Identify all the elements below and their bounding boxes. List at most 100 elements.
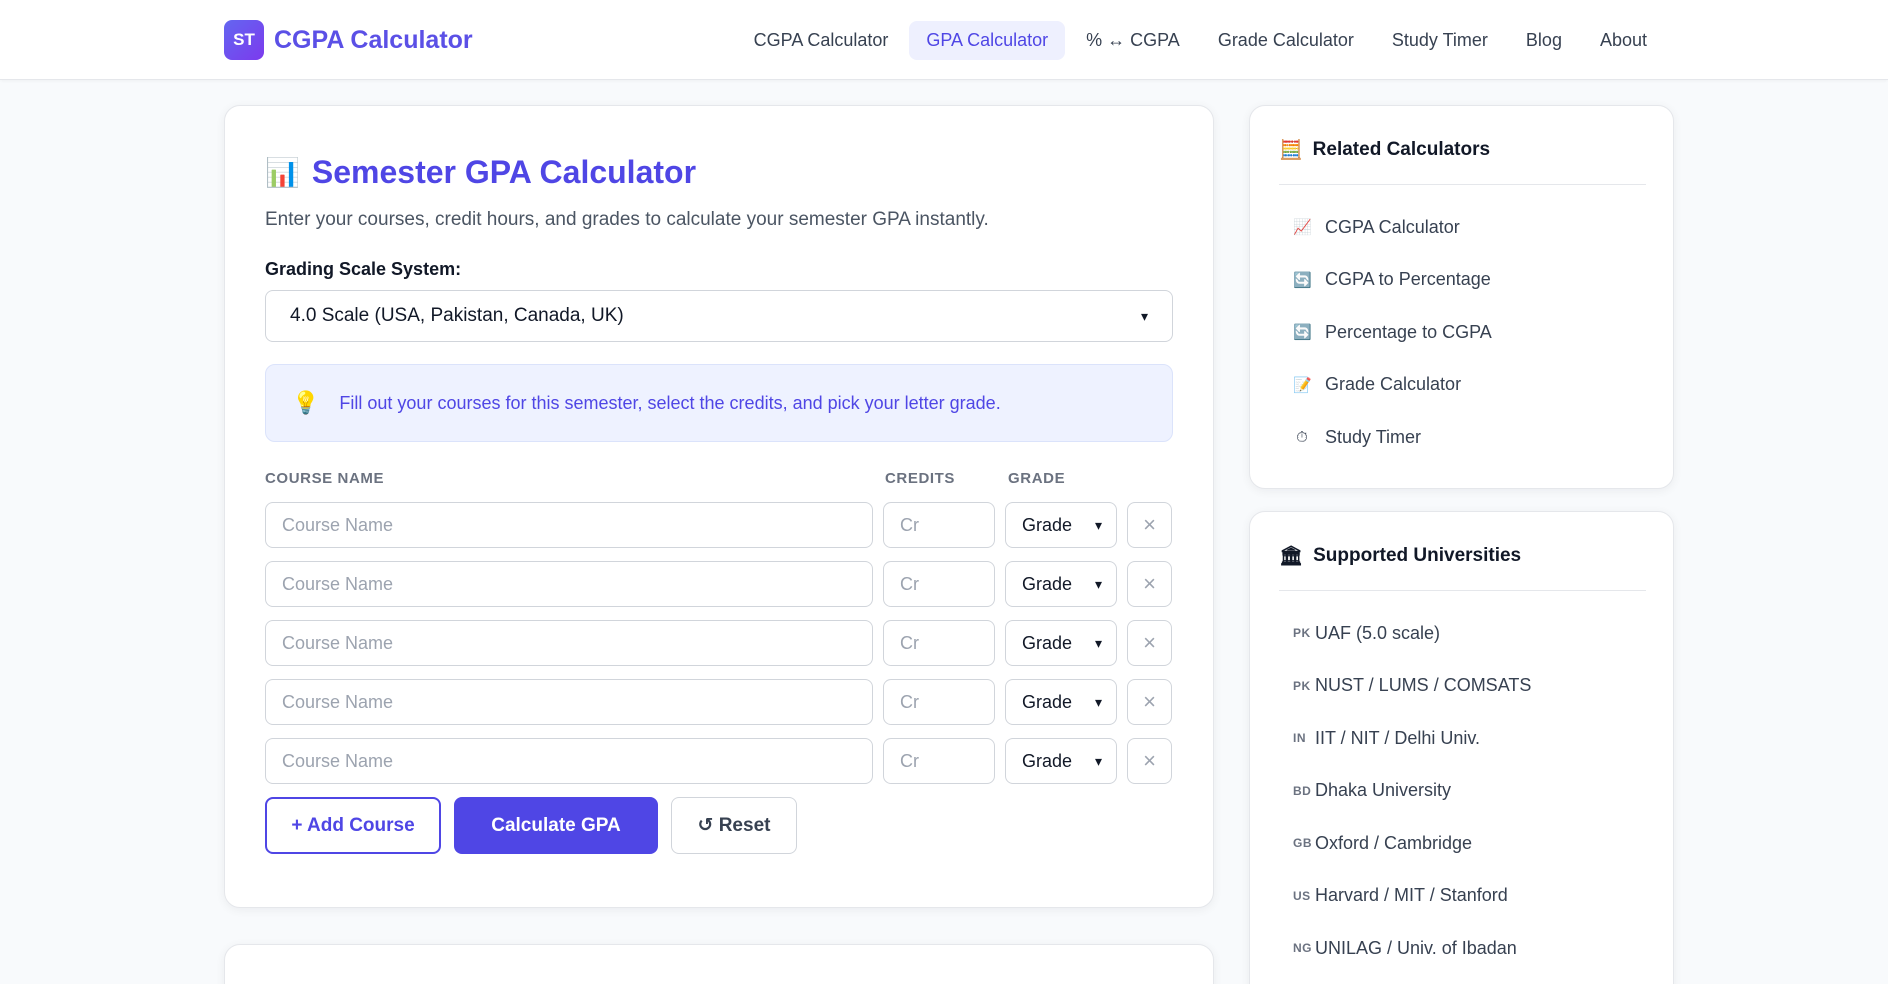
chart-increasing-icon: 📈 <box>1293 219 1312 237</box>
form-actions: + Add Course Calculate GPA ↺ Reset <box>265 797 1173 854</box>
nav-blog[interactable]: Blog <box>1509 21 1579 60</box>
lightbulb-icon: 💡 <box>292 390 320 415</box>
chevron-down-icon: ▾ <box>1140 307 1148 324</box>
logo-text: CGPA Calculator <box>274 25 473 54</box>
related-item-label: Study Timer <box>1325 426 1422 447</box>
related-item-study-timer[interactable]: ⏱ Study Timer <box>1279 411 1646 464</box>
grading-scale-label: Grading Scale System: <box>265 259 462 279</box>
chevron-down-icon: ▾ <box>1094 634 1102 651</box>
grade-select[interactable]: Grade ▾ <box>1005 738 1117 784</box>
close-icon: × <box>1143 689 1156 714</box>
supported-universities-card: 🏛 Supported Universities PK UAF (5.0 sca… <box>1249 511 1674 984</box>
university-item[interactable]: NG UNILAG / Univ. of Ibadan <box>1279 922 1646 975</box>
abacus-icon: 🧮 <box>1279 140 1303 161</box>
university-item[interactable]: PK NUST / LUMS / COMSATS <box>1279 660 1646 713</box>
grade-select-value: Grade <box>1022 750 1073 771</box>
column-header-course-name: COURSE NAME <box>265 470 385 487</box>
credits-input[interactable]: Cr <box>883 620 995 666</box>
info-tip: 💡 Fill out your courses for this semeste… <box>265 364 1173 442</box>
related-item-percentage-to-cgpa[interactable]: 🔄 Percentage to CGPA <box>1279 306 1646 359</box>
university-label: UNILAG / Univ. of Ibadan <box>1315 937 1517 958</box>
credits-input[interactable]: Cr <box>883 738 995 784</box>
remove-course-button[interactable]: × <box>1127 620 1172 666</box>
course-name-input[interactable]: Course Name <box>265 620 873 666</box>
remove-course-button[interactable]: × <box>1127 502 1172 548</box>
related-item-label: CGPA to Percentage <box>1325 269 1491 290</box>
grade-select-value: Grade <box>1022 514 1073 535</box>
grading-scale-value: 4.0 Scale (USA, Pakistan, Canada, UK) <box>290 305 624 326</box>
university-label: UAF (5.0 scale) <box>1315 622 1441 643</box>
grade-select-value: Grade <box>1022 691 1073 712</box>
grade-select-value: Grade <box>1022 632 1073 653</box>
grading-scale-select[interactable]: 4.0 Scale (USA, Pakistan, Canada, UK) ▾ <box>265 290 1173 342</box>
remove-course-button[interactable]: × <box>1127 679 1172 725</box>
close-icon: × <box>1143 748 1156 773</box>
related-item-cgpa-to-percentage[interactable]: 🔄 CGPA to Percentage <box>1279 254 1646 307</box>
remove-course-button[interactable]: × <box>1127 561 1172 607</box>
credits-input[interactable]: Cr <box>883 502 995 548</box>
flag-gb-icon: GB <box>1293 836 1312 851</box>
grade-select[interactable]: Grade ▾ <box>1005 620 1117 666</box>
grade-select[interactable]: Grade ▾ <box>1005 679 1117 725</box>
university-label: Harvard / MIT / Stanford <box>1315 885 1508 906</box>
course-table-header: COURSE NAME CREDITS GRADE <box>265 470 1173 490</box>
related-item-label: Grade Calculator <box>1325 374 1462 395</box>
flag-in-icon: IN <box>1293 731 1306 746</box>
credits-input[interactable]: Cr <box>883 679 995 725</box>
grade-select[interactable]: Grade ▾ <box>1005 502 1117 548</box>
course-row: Course Name Cr Grade ▾ × <box>265 679 1173 725</box>
related-item-label: CGPA Calculator <box>1325 216 1460 237</box>
classical-building-icon: 🏛 <box>1279 546 1304 567</box>
page-title-text: Semester GPA Calculator <box>311 154 697 190</box>
gpa-calculator-card: 📊 Semester GPA Calculator Enter your cou… <box>224 105 1214 908</box>
memo-icon: 📝 <box>1293 376 1312 394</box>
credits-input[interactable]: Cr <box>883 561 995 607</box>
nav-cgpa-calculator[interactable]: CGPA Calculator <box>737 21 906 60</box>
university-item[interactable]: IN IIT / NIT / Delhi Univ. <box>1279 712 1646 765</box>
supported-universities-heading: 🏛 Supported Universities <box>1279 544 1646 591</box>
related-calculators-title: Related Calculators <box>1312 139 1491 160</box>
university-label: Dhaka University <box>1315 780 1452 801</box>
calculate-gpa-button[interactable]: Calculate GPA <box>454 797 658 854</box>
page-title: 📊 Semester GPA Calculator <box>265 154 1173 191</box>
nav-grade-calculator[interactable]: Grade Calculator <box>1201 21 1371 60</box>
university-label: IIT / NIT / Delhi Univ. <box>1315 727 1481 748</box>
related-calculators-list: 📈 CGPA Calculator 🔄 CGPA to Percentage 🔄… <box>1279 201 1646 464</box>
university-label: Oxford / Cambridge <box>1315 832 1473 853</box>
nav-percent-cgpa[interactable]: % ↔ CGPA <box>1069 21 1197 60</box>
course-name-input[interactable]: Course Name <box>265 502 873 548</box>
nav-study-timer[interactable]: Study Timer <box>1375 21 1505 60</box>
course-name-input[interactable]: Course Name <box>265 679 873 725</box>
nav-gpa-calculator[interactable]: GPA Calculator <box>909 20 1066 60</box>
close-icon: × <box>1143 571 1156 596</box>
main-nav: CGPA Calculator GPA Calculator % ↔ CGPA … <box>737 20 1664 60</box>
flag-bd-icon: BD <box>1293 783 1312 798</box>
chevron-down-icon: ▾ <box>1094 752 1102 769</box>
flag-us-icon: US <box>1293 888 1311 903</box>
refresh-icon: 🔄 <box>1293 271 1312 289</box>
university-item[interactable]: PK UAF (5.0 scale) <box>1279 607 1646 660</box>
related-item-grade-calculator[interactable]: 📝 Grade Calculator <box>1279 359 1646 412</box>
flag-ng-icon: NG <box>1293 941 1312 956</box>
university-item[interactable]: GB Oxford / Cambridge <box>1279 817 1646 870</box>
related-item-cgpa-calculator[interactable]: 📈 CGPA Calculator <box>1279 201 1646 254</box>
info-tip-text: Fill out your courses for this semester,… <box>339 392 1001 413</box>
add-course-button[interactable]: + Add Course <box>265 797 441 854</box>
related-calculators-card: 🧮 Related Calculators 📈 CGPA Calculator … <box>1249 105 1674 489</box>
university-item[interactable]: BD Dhaka University <box>1279 765 1646 818</box>
supported-universities-title: Supported Universities <box>1313 545 1522 566</box>
course-row: Course Name Cr Grade ▾ × <box>265 738 1173 784</box>
university-item[interactable]: US Harvard / MIT / Stanford <box>1279 870 1646 923</box>
close-icon: × <box>1143 512 1156 537</box>
site-logo[interactable]: ST CGPA Calculator <box>224 20 473 60</box>
course-name-input[interactable]: Course Name <box>265 561 873 607</box>
nav-about[interactable]: About <box>1583 21 1664 60</box>
stopwatch-icon: ⏱ <box>1296 428 1308 446</box>
bar-chart-icon: 📊 <box>265 157 300 188</box>
course-row: Course Name Cr Grade ▾ × <box>265 502 1173 548</box>
course-name-input[interactable]: Course Name <box>265 738 873 784</box>
reset-button[interactable]: ↺ Reset <box>671 797 797 854</box>
grade-select[interactable]: Grade ▾ <box>1005 561 1117 607</box>
refresh-icon: 🔄 <box>1293 324 1312 342</box>
remove-course-button[interactable]: × <box>1127 738 1172 784</box>
